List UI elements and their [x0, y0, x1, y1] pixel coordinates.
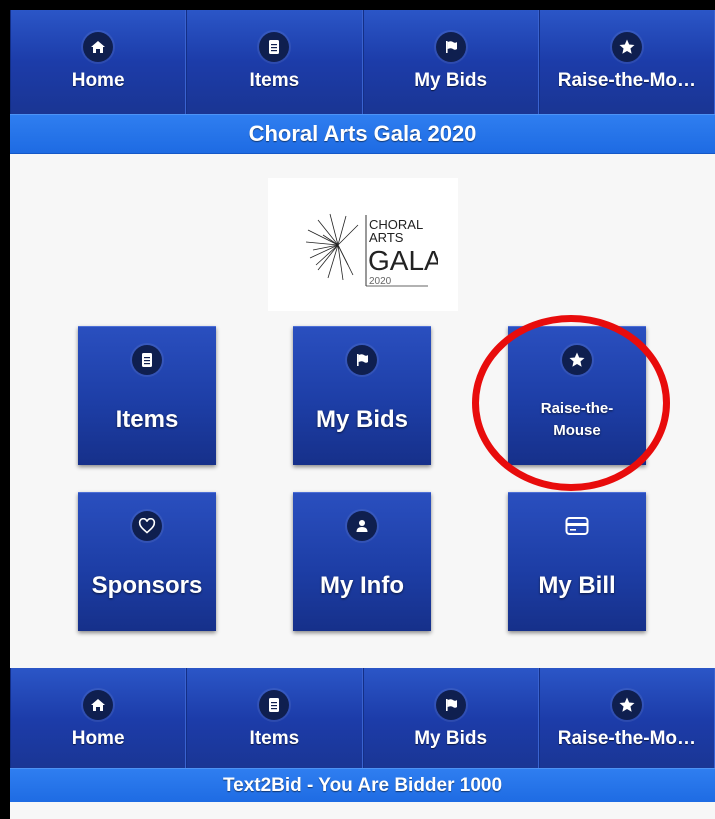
bottom-nav-my-bids-label: My Bids — [414, 728, 488, 749]
tile-raise-the-mouse-label: Raise-the- Mouse — [541, 398, 614, 442]
svg-text:GALA: GALA — [368, 245, 438, 276]
bottom-nav: Home Items My Bids Raise-the-Mo… — [10, 668, 715, 772]
nav-raise-the-mouse-label: Raise-the-Mo… — [557, 70, 697, 91]
tile-my-bill-label: My Bill — [538, 572, 616, 599]
tile-sponsors[interactable]: Sponsors — [78, 492, 216, 631]
nav-items[interactable]: Items — [186, 10, 363, 114]
star-icon — [562, 345, 592, 375]
page-title: Choral Arts Gala 2020 — [10, 114, 715, 154]
document-icon — [259, 32, 290, 62]
bottom-nav-items[interactable]: Items — [186, 668, 363, 772]
top-nav: Home Items My Bids Raise-the-Mo… — [10, 10, 715, 114]
nav-items-label: Items — [249, 70, 300, 91]
nav-home[interactable]: Home — [10, 10, 187, 114]
bottom-nav-home[interactable]: Home — [10, 668, 187, 772]
person-icon — [347, 511, 377, 541]
tile-my-info-label: My Info — [320, 572, 404, 599]
gala-logo-image: CHORAL ARTS GALA 2020 — [305, 213, 438, 287]
svg-text:ARTS: ARTS — [369, 230, 404, 245]
tile-items[interactable]: Items — [78, 326, 216, 465]
bottom-nav-raise-the-mouse[interactable]: Raise-the-Mo… — [538, 668, 715, 772]
star-icon — [611, 32, 642, 62]
nav-my-bids-label: My Bids — [414, 70, 488, 91]
nav-raise-the-mouse[interactable]: Raise-the-Mo… — [538, 10, 715, 114]
home-icon — [83, 32, 114, 62]
tile-my-bids[interactable]: My Bids — [293, 326, 431, 465]
tile-my-bids-label: My Bids — [315, 406, 408, 433]
home-icon — [83, 690, 114, 720]
bottom-nav-raise-the-mouse-label: Raise-the-Mo… — [557, 728, 697, 749]
nav-my-bids[interactable]: My Bids — [362, 10, 539, 114]
tile-raise-the-mouse[interactable]: Raise-the- Mouse — [508, 326, 646, 465]
bottom-nav-my-bids[interactable]: My Bids — [362, 668, 539, 772]
bottom-nav-home-label: Home — [71, 728, 125, 749]
flag-icon — [435, 32, 466, 62]
document-icon — [259, 690, 290, 720]
footer-bidder-status: Text2Bid - You Are Bidder 1000 — [10, 768, 715, 804]
tile-raise-label-line1: Raise-the- — [540, 400, 614, 417]
star-icon — [611, 690, 642, 720]
flag-icon — [347, 345, 377, 375]
tile-my-bill[interactable]: My Bill — [508, 492, 646, 631]
heart-icon — [132, 511, 162, 541]
svg-text:2020: 2020 — [369, 276, 392, 287]
event-logo: CHORAL ARTS GALA 2020 — [268, 178, 458, 311]
footer-spacer — [10, 802, 715, 819]
app-frame: Home Items My Bids Raise-the-Mo… Choral … — [10, 10, 715, 819]
document-icon — [132, 345, 162, 375]
nav-home-label: Home — [71, 70, 125, 91]
credit-card-icon — [562, 511, 592, 541]
tile-raise-label-line2: Mouse — [553, 422, 601, 439]
tile-my-info[interactable]: My Info — [293, 492, 431, 631]
tile-sponsors-label: Sponsors — [91, 572, 203, 599]
bottom-nav-items-label: Items — [249, 728, 300, 749]
flag-icon — [435, 690, 466, 720]
tile-items-label: Items — [115, 406, 179, 433]
